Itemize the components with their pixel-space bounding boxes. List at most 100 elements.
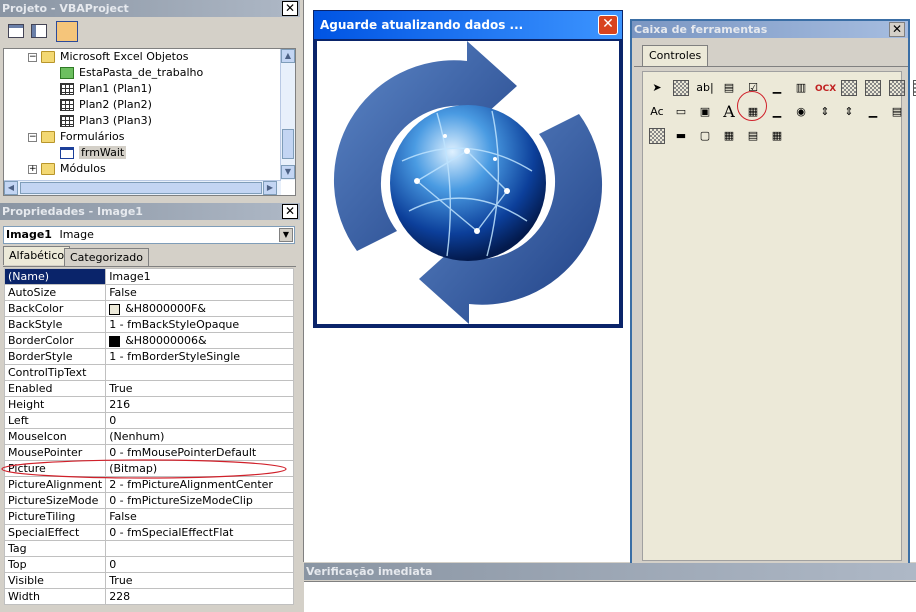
property-name[interactable]: BackStyle bbox=[3, 316, 107, 333]
property-value[interactable]: False bbox=[105, 508, 294, 525]
toolbox-titlebar[interactable]: Caixa de ferramentas ✕ bbox=[632, 21, 908, 38]
property-value[interactable]: 0 bbox=[105, 412, 294, 429]
chart-tool-icon[interactable]: ▥ bbox=[791, 78, 811, 98]
custom-control-1-icon[interactable] bbox=[839, 78, 859, 98]
font-tool-icon[interactable]: A bbox=[719, 102, 739, 122]
label-line-tool-icon[interactable]: ▁ bbox=[767, 78, 787, 98]
property-value[interactable]: &H80000006& bbox=[105, 332, 294, 349]
image-control[interactable] bbox=[317, 41, 619, 324]
ocx-tool-icon[interactable]: OCX bbox=[815, 78, 836, 98]
tree-item[interactable]: frmWait bbox=[60, 145, 127, 161]
property-name[interactable]: (Name) bbox=[3, 268, 107, 285]
commandbutton-tool-icon[interactable]: ▢ bbox=[695, 126, 715, 146]
property-row[interactable]: SpecialEffect 0 - fmSpecialEffectFlat bbox=[3, 524, 294, 541]
property-row[interactable]: Left 0 bbox=[3, 412, 294, 429]
scroll-right-icon[interactable]: ▶ bbox=[263, 181, 277, 195]
custom-control-2-icon[interactable] bbox=[863, 78, 883, 98]
property-name[interactable]: Top bbox=[3, 556, 107, 573]
property-row[interactable]: BorderColor &H80000006& bbox=[3, 332, 294, 349]
optionbutton-tool-icon[interactable]: ◉ bbox=[791, 102, 811, 122]
property-row[interactable]: MouseIcon (Nenhum) bbox=[3, 428, 294, 445]
property-value[interactable]: &H8000000F& bbox=[105, 300, 294, 317]
tree-item[interactable]: Plan3 (Plan3) bbox=[60, 113, 152, 129]
property-name[interactable]: PictureSizeMode bbox=[3, 492, 107, 509]
custom-control-5-icon[interactable] bbox=[647, 126, 667, 146]
property-value[interactable]: 216 bbox=[105, 396, 294, 413]
tree-item[interactable]: Plan1 (Plan1) bbox=[60, 81, 152, 97]
property-name[interactable]: SpecialEffect bbox=[3, 524, 107, 541]
property-row[interactable]: Visible True bbox=[3, 572, 294, 589]
toggle-folders-icon[interactable] bbox=[56, 21, 78, 42]
calendar-tool-icon[interactable]: ▦ bbox=[767, 126, 787, 146]
chevron-down-icon[interactable]: ▼ bbox=[279, 228, 293, 242]
property-name[interactable]: ControlTipText bbox=[3, 364, 107, 381]
collapse-icon[interactable]: − bbox=[28, 52, 37, 62]
project-tree-hscrollbar[interactable]: ◀ ▶ bbox=[4, 180, 281, 195]
property-row[interactable]: PictureSizeMode 0 - fmPictureSizeModeClip bbox=[3, 492, 294, 509]
project-close-icon[interactable]: ✕ bbox=[282, 1, 298, 16]
tree-item[interactable]: − Formulários bbox=[28, 129, 125, 145]
line-tool-icon[interactable]: ▁ bbox=[767, 102, 787, 122]
property-row[interactable]: ControlTipText bbox=[3, 364, 294, 381]
property-name[interactable]: Left bbox=[3, 412, 107, 429]
immediate-input[interactable] bbox=[304, 581, 916, 612]
listbox-tool-icon[interactable]: ▤ bbox=[719, 78, 739, 98]
view-object-icon[interactable] bbox=[31, 24, 47, 38]
custom-control-4-icon[interactable] bbox=[911, 78, 916, 98]
property-name[interactable]: AutoSize bbox=[3, 284, 107, 301]
scroll-down-icon[interactable]: ▼ bbox=[281, 165, 295, 179]
property-row[interactable]: Width 228 bbox=[3, 588, 294, 605]
scroll-up-icon[interactable]: ▲ bbox=[281, 49, 295, 63]
property-name[interactable]: MouseIcon bbox=[3, 428, 107, 445]
property-row[interactable]: Top 0 bbox=[3, 556, 294, 573]
tree-item[interactable]: Plan2 (Plan2) bbox=[60, 97, 152, 113]
scroll-left-icon[interactable]: ◀ bbox=[4, 181, 18, 195]
tabstrip-tool-icon[interactable]: ▭ bbox=[911, 102, 916, 122]
property-value[interactable]: False bbox=[105, 284, 294, 301]
tree-item[interactable]: − Microsoft Excel Objetos bbox=[28, 49, 188, 65]
scroll-thumb[interactable] bbox=[282, 129, 294, 159]
property-row[interactable]: BackColor &H8000000F& bbox=[3, 300, 294, 317]
toolbox-window[interactable]: Caixa de ferramentas ✕ Controles ➤ ab| ▤ ☑ ▁… bbox=[630, 19, 916, 575]
property-value[interactable]: True bbox=[105, 572, 294, 589]
spinbutton-tool-icon[interactable]: ⇕ bbox=[815, 102, 835, 122]
immediate-window[interactable]: Verificação imediata bbox=[304, 563, 916, 612]
userform-window[interactable]: Aguarde atualizando dados ... ✕ bbox=[313, 10, 623, 328]
project-tree-vscrollbar[interactable]: ▲ ▼ bbox=[280, 49, 295, 180]
property-value[interactable] bbox=[105, 540, 294, 557]
property-name[interactable]: Enabled bbox=[3, 380, 107, 397]
frame-tool-icon[interactable]: ▭ bbox=[671, 102, 691, 122]
property-value[interactable]: Image1 bbox=[105, 268, 294, 285]
property-row[interactable]: BackStyle 1 - fmBackStyleOpaque bbox=[3, 316, 294, 333]
treeview-tool-icon[interactable]: ▤ bbox=[743, 126, 763, 146]
property-value[interactable]: 1 - fmBackStyleOpaque bbox=[105, 316, 294, 333]
expand-icon[interactable]: + bbox=[28, 164, 37, 174]
userform-titlebar[interactable]: Aguarde atualizando dados ... ✕ bbox=[314, 11, 622, 39]
property-row[interactable]: Enabled True bbox=[3, 380, 294, 397]
separator-tool-icon[interactable]: ▁ bbox=[863, 102, 883, 122]
toolbox-close-icon[interactable]: ✕ bbox=[889, 22, 905, 37]
property-value[interactable]: 0 - fmPictureSizeModeClip bbox=[105, 492, 294, 509]
property-name[interactable]: BorderColor bbox=[3, 332, 107, 349]
image-tool-icon[interactable]: ▣ bbox=[695, 102, 715, 122]
progress-tool-icon[interactable]: ▬ bbox=[671, 126, 691, 146]
property-value[interactable]: 228 bbox=[105, 588, 294, 605]
textbox-tool-icon[interactable]: ab| bbox=[695, 78, 715, 98]
property-name[interactable]: PictureTiling bbox=[3, 508, 107, 525]
property-value[interactable]: 1 - fmBorderStyleSingle bbox=[105, 348, 294, 365]
tree-item[interactable]: + Módulos bbox=[28, 161, 106, 177]
tab-alphabetic[interactable]: Alfabético bbox=[3, 246, 71, 265]
multipage-tool-icon[interactable]: ▤ bbox=[887, 102, 907, 122]
property-name[interactable]: Height bbox=[3, 396, 107, 413]
tree-item[interactable]: EstaPasta_de_trabalho bbox=[60, 65, 203, 81]
custom-control-3-icon[interactable] bbox=[887, 78, 907, 98]
tab-categorized[interactable]: Categorizado bbox=[64, 248, 150, 267]
property-row[interactable]: BorderStyle 1 - fmBorderStyleSingle bbox=[3, 348, 294, 365]
properties-close-icon[interactable]: ✕ bbox=[282, 204, 298, 219]
pointer-tool-icon[interactable]: ➤ bbox=[647, 78, 667, 98]
properties-grid[interactable]: (Name) Image1 AutoSize False BackColor &H8000… bbox=[3, 268, 294, 605]
property-value[interactable]: True bbox=[105, 380, 294, 397]
property-value[interactable]: 0 bbox=[105, 556, 294, 573]
property-row[interactable]: (Name) Image1 bbox=[3, 268, 294, 285]
property-row[interactable]: AutoSize False bbox=[3, 284, 294, 301]
